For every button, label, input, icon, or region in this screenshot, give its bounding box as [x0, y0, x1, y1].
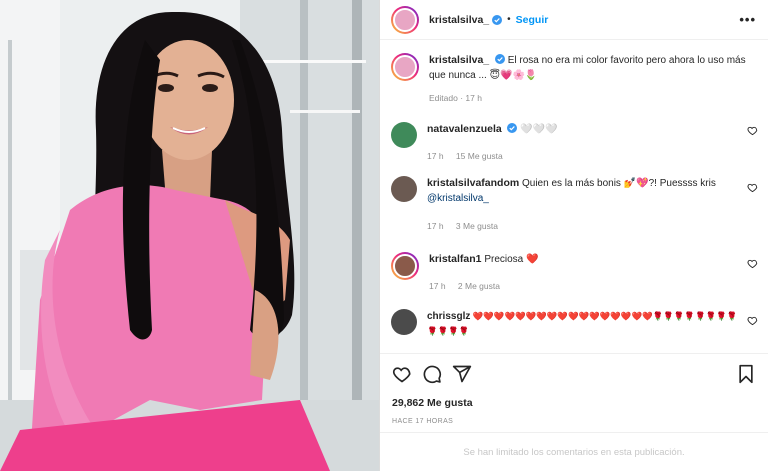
comment-username[interactable]: chrissglz	[427, 311, 470, 322]
comment-item: kristalsilvafandom Quien es la más bonis…	[380, 172, 768, 252]
comment-item: natavalenzuela 🤍🤍🤍 17 h 15 Me gusta	[380, 110, 768, 172]
comment-like-heart-icon[interactable]	[747, 315, 758, 326]
comment-icon[interactable]	[422, 364, 442, 384]
comment-like-heart-icon[interactable]	[747, 182, 758, 193]
share-icon[interactable]	[452, 364, 472, 384]
comment-item: kristalfan1 Preciosa ❤️ 17 h 2 Me gusta	[380, 252, 768, 309]
post-timestamp: HACE 17 HORAS	[392, 418, 454, 425]
comment-like-heart-icon[interactable]	[747, 125, 758, 136]
comment-avatar[interactable]	[391, 309, 417, 335]
comment-text: Preciosa ❤️	[484, 254, 539, 265]
comment-meta: 17 h 15 Me gusta	[427, 149, 738, 164]
comment-text: 🤍🤍🤍	[520, 124, 558, 135]
comment-meta: 17 h 2 Me gusta	[429, 279, 738, 294]
comment-avatar[interactable]	[391, 122, 417, 148]
comment-like-heart-icon[interactable]	[747, 258, 758, 269]
comment-username[interactable]: kristalfan1	[429, 253, 482, 265]
avatar[interactable]	[391, 5, 419, 34]
separator-dot: •	[507, 14, 511, 25]
comments-list[interactable]: kristalsilva_ El rosa no era mi color fa…	[380, 40, 768, 353]
more-icon[interactable]: •••	[739, 12, 756, 27]
verified-icon	[492, 14, 503, 25]
comment-meta: 17 h 3 Me gusta	[427, 219, 738, 234]
comment-likes[interactable]: 3 Me gusta	[456, 221, 498, 231]
comment-username[interactable]: kristalsilvafandom	[427, 177, 519, 189]
comment-item: chrissglz ❤️❤️❤️❤️❤️❤️❤️❤️❤️❤️❤️❤️❤️❤️❤️…	[380, 309, 768, 353]
comment-likes[interactable]: 15 Me gusta	[456, 151, 503, 161]
likes-count[interactable]: 29,862 Me gusta	[392, 397, 473, 409]
follow-button[interactable]: Seguir	[516, 14, 549, 26]
verified-icon	[507, 123, 518, 133]
post-caption: kristalsilva_ El rosa no era mi color fa…	[380, 40, 768, 110]
comment-time: 17 h	[427, 221, 444, 231]
comment-time: 17 h	[427, 151, 444, 161]
comment-text: ❤️❤️❤️❤️❤️❤️❤️❤️❤️❤️❤️❤️❤️❤️❤️❤️❤️🌹🌹🌹🌹🌹🌹…	[427, 311, 738, 336]
post-actions	[380, 353, 768, 393]
heart-icon[interactable]	[392, 364, 412, 384]
caption-avatar[interactable]	[391, 53, 419, 81]
comment-likes[interactable]: 2 Me gusta	[458, 281, 500, 291]
post-image[interactable]	[0, 0, 379, 471]
comment-text: Quien es la más bonis 💅💖?! Puessss kris	[521, 178, 716, 189]
comment-mention[interactable]: @kristalsilva_	[427, 193, 489, 204]
caption-username[interactable]: kristalsilva_	[429, 54, 489, 66]
post-header: kristalsilva_ • Seguir •••	[380, 0, 768, 40]
comment-avatar[interactable]	[391, 252, 419, 280]
verified-icon	[494, 54, 505, 64]
post-side-panel: kristalsilva_ • Seguir ••• kristalsilva_	[379, 0, 768, 471]
post-username[interactable]: kristalsilva_	[429, 14, 489, 26]
caption-meta: Editado · 17 h	[429, 93, 482, 103]
comments-limited-notice: Se han limitado los comentarios en esta …	[380, 432, 768, 471]
comment-time: 17 h	[429, 281, 446, 291]
comment-username[interactable]: natavalenzuela	[427, 123, 502, 135]
bookmark-icon[interactable]	[736, 364, 756, 384]
comment-avatar[interactable]	[391, 176, 417, 202]
